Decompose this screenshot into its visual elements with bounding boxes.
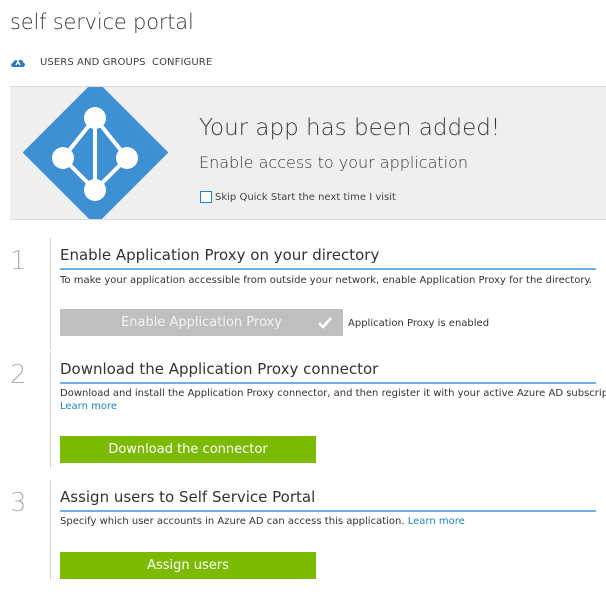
step-title-underline	[60, 382, 596, 384]
tab-configure[interactable]: CONFIGURE	[152, 57, 212, 68]
step-title-underline	[60, 268, 596, 270]
learn-more-link[interactable]: Learn more	[408, 516, 465, 527]
app-network-logo	[23, 87, 168, 219]
download-connector-button[interactable]: Download the connector	[60, 436, 316, 463]
enable-application-proxy-button[interactable]: Enable Application Proxy	[60, 309, 343, 336]
learn-more-link[interactable]: Learn more	[60, 401, 117, 412]
checkmark-icon	[318, 317, 332, 329]
cloud-app-icon[interactable]	[10, 57, 26, 69]
skip-checkbox[interactable]	[200, 191, 212, 203]
step-title: Download the Application Proxy connector	[60, 360, 379, 378]
step-divider	[50, 352, 51, 468]
skip-label: Skip Quick Start the next time I visit	[215, 191, 396, 203]
step-divider	[50, 238, 51, 350]
step-number: 1	[10, 246, 27, 276]
description-text: Specify which user accounts in Azure AD …	[60, 516, 405, 527]
page-title: self service portal	[10, 10, 194, 34]
step-title: Assign users to Self Service Portal	[60, 488, 316, 506]
tab-users-and-groups[interactable]: USERS AND GROUPS	[40, 57, 146, 68]
step-description: Download and install the Application Pro…	[60, 387, 606, 413]
banner-heading: Your app has been added!	[199, 115, 501, 141]
step-title-underline	[60, 510, 596, 512]
step-number: 3	[10, 488, 27, 518]
step-divider	[50, 480, 51, 580]
button-label: Enable Application Proxy	[121, 315, 282, 330]
description-text: Download and install the Application Pro…	[60, 388, 606, 399]
skip-quick-start-option[interactable]: Skip Quick Start the next time I visit	[200, 191, 396, 203]
assign-users-button[interactable]: Assign users	[60, 552, 316, 579]
step-title: Enable Application Proxy on your directo…	[60, 246, 380, 264]
step-description: To make your application accessible from…	[60, 275, 593, 286]
banner-subheading: Enable access to your application	[199, 153, 469, 172]
top-nav: USERS AND GROUPS CONFIGURE	[0, 54, 606, 74]
proxy-status-text: Application Proxy is enabled	[348, 318, 490, 329]
quick-start-banner: Your app has been added! Enable access t…	[10, 86, 606, 220]
step-description: Specify which user accounts in Azure AD …	[60, 515, 465, 528]
step-number: 2	[10, 360, 27, 390]
